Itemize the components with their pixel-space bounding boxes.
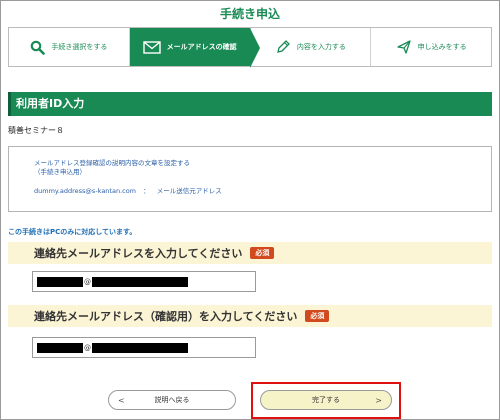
- address-separator: ：: [143, 187, 150, 195]
- sender-address-row: dummy.address@s-kantan.com ： メール送信元アドレス: [34, 187, 491, 196]
- email-input[interactable]: @: [32, 271, 256, 292]
- step-label: 内容を入力する: [296, 43, 346, 51]
- pc-only-notice: この手続きはPCのみに対応しています。: [8, 228, 137, 236]
- step-select-procedure: 手続き選択をする: [9, 28, 130, 66]
- notice-line: （手続き申込用）: [34, 168, 86, 176]
- required-badge: 必須: [305, 310, 330, 322]
- step-apply: 申し込みをする: [371, 28, 491, 66]
- sender-address: dummy.address@s-kantan.com: [34, 187, 137, 195]
- notice-line: メールアドレス登録確認の説明内容の文章を設定する: [34, 159, 190, 167]
- redacted-local-part: [37, 342, 83, 353]
- required-badge: 必須: [250, 247, 275, 259]
- chevron-left-icon: <: [118, 395, 125, 405]
- redacted-domain: [92, 342, 188, 353]
- back-button[interactable]: < 説明へ戻る: [108, 390, 236, 410]
- step-label: メールアドレスの確認: [166, 43, 237, 51]
- send-icon: [396, 39, 412, 55]
- confirm-email-field-label: 連絡先メールアドレス（確認用）を入力してください: [34, 310, 298, 323]
- step-label: 手続き選択をする: [51, 43, 108, 51]
- seminar-name: 積善セミナー８: [8, 126, 64, 135]
- redacted-domain: [92, 276, 188, 287]
- complete-button[interactable]: 完了する >: [260, 390, 392, 410]
- chevron-right-icon: >: [375, 395, 382, 405]
- envelope-icon: [142, 40, 161, 54]
- sender-address-label: メール送信元アドレス: [156, 187, 222, 195]
- section-title: 利用者ID入力: [8, 92, 492, 116]
- step-label: 申し込みをする: [417, 43, 467, 51]
- at-sign: @: [84, 277, 91, 286]
- back-button-label: 説明へ戻る: [154, 396, 190, 404]
- notice-box: メールアドレス登録確認の説明内容の文章を設定する （手続き申込用） dummy.…: [8, 146, 492, 212]
- redacted-local-part: [37, 276, 83, 287]
- progress-steps: 手続き選択をする メールアドレスの確認 内容を入力する 申し込みをする: [8, 27, 492, 68]
- confirm-email-input[interactable]: @: [32, 337, 256, 358]
- search-icon: [30, 40, 46, 55]
- complete-button-label: 完了する: [312, 396, 340, 404]
- at-sign: @: [84, 343, 91, 352]
- email-field-label: 連絡先メールアドレスを入力してください: [34, 247, 243, 260]
- confirm-email-field-header: 連絡先メールアドレス（確認用）を入力してください 必須: [8, 305, 492, 327]
- pencil-icon: [275, 39, 291, 55]
- step-confirm-email: メールアドレスの確認: [129, 28, 260, 68]
- step-enter-content: 内容を入力する: [251, 28, 372, 66]
- page-title: 手続き申込: [219, 7, 280, 21]
- email-field-header: 連絡先メールアドレスを入力してください 必須: [8, 242, 492, 264]
